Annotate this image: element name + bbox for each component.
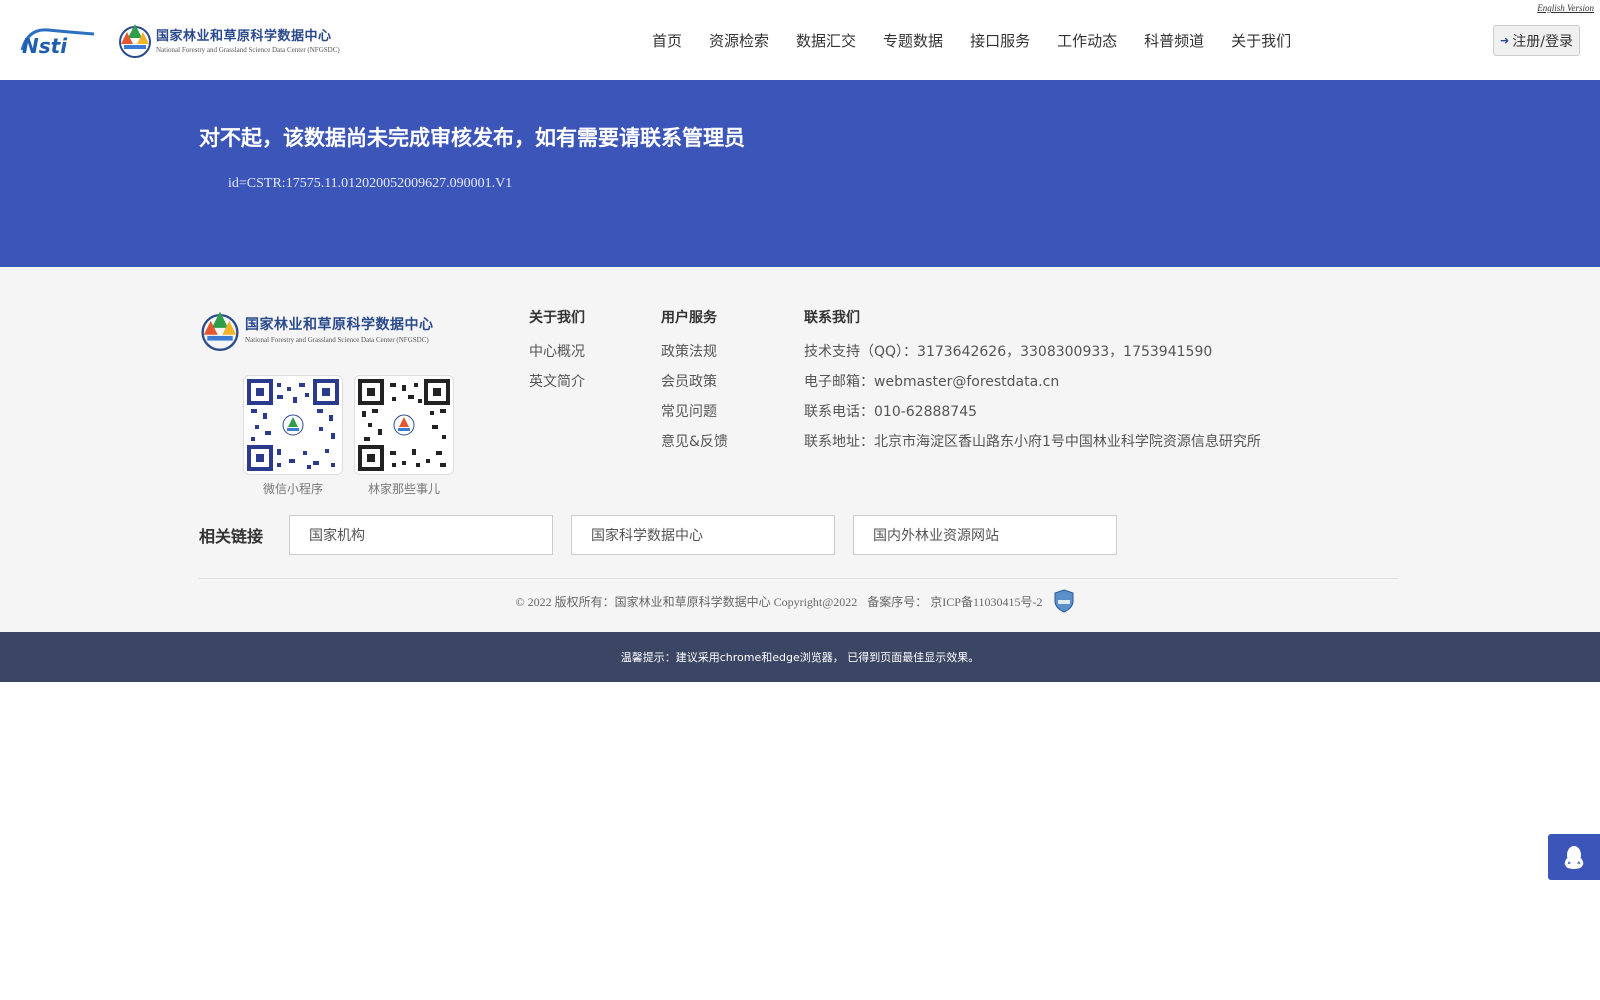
nav-data-submission[interactable]: 数据汇交 [796,30,856,51]
footer-link-membership[interactable]: 会员政策 [661,371,728,401]
nav-work-news[interactable]: 工作动态 [1057,30,1117,51]
qr-code-icon [243,375,343,475]
login-register-button[interactable]: ➜ 注册/登录 [1493,25,1580,56]
brand-logo[interactable]: 国家林业和草原科学数据中心 National Forestry and Gras… [118,20,340,58]
copyright-row: © 2022 版权所有：国家林业和草原科学数据中心 Copyright@2022… [0,589,1600,613]
footer-brand-name-en: National Forestry and Grassland Science … [245,336,429,344]
copyright-text: © 2022 版权所有：国家林业和草原科学数据中心 Copyright@2022 [515,594,858,609]
footer-link-faq[interactable]: 常见问题 [661,401,728,431]
footer: 国家林业和草原科学数据中心 National Forestry and Gras… [0,267,1600,632]
qq-contact-button[interactable] [1548,834,1600,880]
english-version-link[interactable]: English Version [1537,3,1594,13]
qr-caption: 微信小程序 [262,482,323,496]
contact-qq: 技术支持（QQ）：3173642626，3308300933，175394159… [804,344,1213,360]
qr-mini-program: 微信小程序 [243,375,343,497]
header: English Version Nsti 国家林业和草原科学数据中心 Natio… [0,0,1600,80]
footer-link-feedback[interactable]: 意见&反馈 [661,431,728,461]
related-link-national-agencies[interactable]: 国家机构 [289,515,553,555]
contact-phone: 联系电话：010-62888745 [804,404,978,420]
related-links: 相关链接 国家机构 国家科学数据中心 国内外林业资源网站 [199,515,1135,555]
login-label: 注册/登录 [1512,33,1573,50]
footer-divider [199,578,1399,579]
nav-science-channel[interactable]: 科普频道 [1144,30,1204,51]
nav-api-service[interactable]: 接口服务 [970,30,1030,51]
contact-email: 电子邮箱：webmaster@forestdata.cn [804,374,1060,390]
nsti-logo[interactable]: Nsti [18,20,98,60]
footer-contact-column: 联系我们 技术支持（QQ）：3173642626，3308300933，1753… [804,307,1261,461]
browser-tip-bar: 温馨提示：建议采用chrome和edge浏览器， 已得到页面最佳显示效果。 [0,632,1600,682]
notice-banner: 对不起，该数据尚未完成审核发布，如有需要请联系管理员 id=CSTR:17575… [0,80,1600,267]
qr-caption: 林家那些事儿 [367,482,440,496]
footer-contact-title: 联系我们 [804,310,860,326]
svg-text:Nsti: Nsti [22,34,68,58]
footer-about-title: 关于我们 [529,310,585,326]
footer-services-column: 用户服务 政策法规 会员政策 常见问题 意见&反馈 [661,307,728,461]
browser-tip-text: 温馨提示：建议采用chrome和edge浏览器， 已得到页面最佳显示效果。 [620,651,980,664]
nav-thematic-data[interactable]: 专题数据 [883,30,943,51]
related-link-science-data-centers[interactable]: 国家科学数据中心 [571,515,835,555]
footer-brand-name-cn: 国家林业和草原科学数据中心 [245,317,434,333]
nav-resource-search[interactable]: 资源检索 [709,30,769,51]
nfgsdc-emblem-icon [119,24,151,58]
nfgsdc-emblem-icon [201,311,239,351]
sign-in-icon: ➜ [1500,34,1510,47]
footer-about-column: 关于我们 中心概况 英文简介 [529,307,585,401]
contact-address: 联系地址：北京市海淀区香山路东小府1号中国林业科学院资源信息研究所 [804,434,1261,450]
brand-name-cn: 国家林业和草原科学数据中心 [156,28,332,44]
main-nav: 首页 资源检索 数据汇交 专题数据 接口服务 工作动态 科普频道 关于我们 [652,0,1318,80]
nav-about-us[interactable]: 关于我们 [1231,30,1291,51]
qr-wechat-account: 林家那些事儿 [354,375,454,497]
footer-link-english-intro[interactable]: 英文简介 [529,371,585,401]
related-links-title: 相关链接 [199,527,264,546]
police-badge-icon[interactable] [1053,589,1075,613]
nav-home[interactable]: 首页 [652,30,682,51]
brand-name-en: National Forestry and Grassland Science … [156,45,340,54]
qq-icon [1564,846,1584,869]
dataset-id: id=CSTR:17575.11.012020052009627.090001.… [228,176,513,191]
qr-code-icon [354,375,454,475]
footer-link-center-overview[interactable]: 中心概况 [529,341,585,371]
notice-title: 对不起，该数据尚未完成审核发布，如有需要请联系管理员 [199,126,745,150]
footer-link-policies[interactable]: 政策法规 [661,341,728,371]
footer-services-title: 用户服务 [661,310,717,326]
footer-brand-logo[interactable]: 国家林业和草原科学数据中心 National Forestry and Gras… [199,307,434,351]
related-link-forestry-sites[interactable]: 国内外林业资源网站 [853,515,1117,555]
icp-text[interactable]: 备案序号： 京ICP备11030415号-2 [867,593,1042,610]
